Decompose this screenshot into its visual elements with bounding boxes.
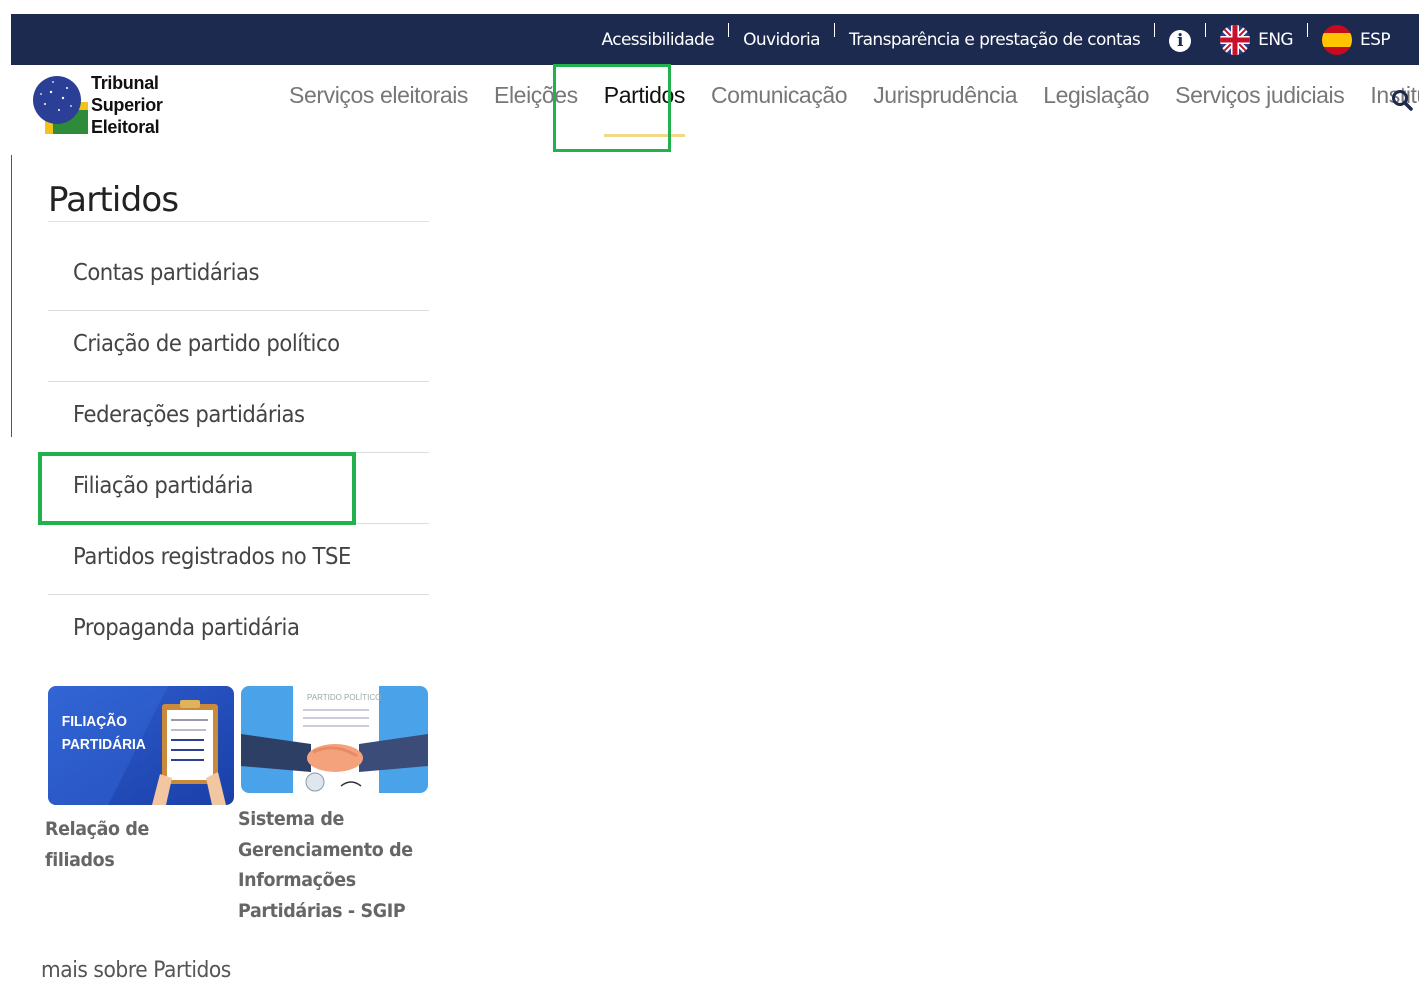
sidebar-menu: Contas partidárias Criação de partido po…	[48, 240, 429, 666]
tse-logo[interactable]: Tribunal Superior Eleitoral	[33, 70, 163, 140]
separator	[833, 23, 835, 37]
card-image-title-line: FILIAÇÃO	[62, 711, 127, 730]
nav-item-partidos[interactable]: Partidos	[603, 82, 686, 137]
left-divider	[11, 155, 12, 437]
sidebar-item-propaganda-partidaria[interactable]: Propaganda partidária	[48, 595, 429, 666]
logo-line: Tribunal	[91, 73, 159, 93]
nav-item-legislacao[interactable]: Legislação	[1043, 82, 1149, 109]
nav-item-comunicacao[interactable]: Comunicação	[711, 82, 848, 109]
spain-flag-icon	[1322, 24, 1353, 55]
sidebar-item-criacao-de-partido[interactable]: Criação de partido político	[48, 311, 429, 382]
main-nav: Serviços eleitorais Eleições Partidos Co…	[289, 82, 1419, 137]
separator	[728, 23, 730, 37]
logo-line: Eleitoral	[91, 117, 160, 137]
nav-item-eleicoes[interactable]: Eleições	[494, 82, 578, 109]
card-caption-line: Partidárias - SGIP	[238, 899, 406, 922]
sidebar-item-partidos-registrados[interactable]: Partidos registrados no TSE	[48, 524, 429, 595]
sidebar-item-contas-partidarias[interactable]: Contas partidárias	[48, 240, 429, 311]
card-caption-line: Informações	[238, 869, 356, 891]
nav-item-partidos-label: Partidos	[603, 82, 686, 108]
transparency-link[interactable]: Transparência e prestação de contas	[849, 30, 1141, 50]
top-utility-bar: Acessibilidade Ouvidoria Transparência e…	[11, 14, 1419, 65]
sidebar-item-filiacao-partidaria[interactable]: Filiação partidária	[48, 453, 429, 524]
lang-eng-label: ENG	[1258, 29, 1294, 50]
sidebar-title: Partidos	[48, 180, 179, 220]
card-sgip[interactable]: PARTIDO POLÍTICO Sistema de Gerenciament…	[238, 686, 430, 926]
card-relacao-de-filiados[interactable]: FILIAÇÃO PARTIDÁRIA Relação de filiados	[45, 686, 235, 875]
card-caption-line: Sistema de	[238, 808, 344, 830]
separator	[1154, 23, 1156, 37]
card-caption-line: Gerenciamento de	[238, 838, 413, 861]
card-caption-line: Relação de filiados	[45, 818, 150, 871]
ombudsman-link[interactable]: Ouvidoria	[743, 30, 820, 50]
active-underline	[603, 134, 685, 137]
info-icon[interactable]: i	[1169, 30, 1192, 52]
uk-flag-icon	[1220, 24, 1251, 55]
accessibility-link[interactable]: Acessibilidade	[601, 30, 714, 50]
card-caption: Relação de filiados	[45, 814, 220, 875]
separator	[1205, 23, 1207, 37]
card-image-title: PARTIDO POLÍTICO	[307, 693, 381, 702]
search-icon[interactable]	[1391, 89, 1413, 111]
nav-item-jurisprudencia[interactable]: Jurisprudência	[873, 82, 1017, 109]
sidebar-item-federacoes-partidarias[interactable]: Federações partidárias	[48, 382, 429, 453]
top-links: Acessibilidade Ouvidoria Transparência e…	[601, 14, 1419, 65]
lang-esp-label: ESP	[1360, 29, 1391, 50]
sidebar-item-label: Filiação partidária	[73, 473, 253, 499]
lang-eng-link[interactable]: ENG	[1220, 24, 1294, 55]
separator	[1307, 23, 1309, 37]
sidebar-item-label: Propaganda partidária	[73, 615, 300, 641]
card-image-filiacao: FILIAÇÃO PARTIDÁRIA	[48, 686, 234, 805]
nav-item-servicos-judiciais[interactable]: Serviços judiciais	[1175, 82, 1345, 109]
card-caption: Sistema de Gerenciamento de Informações …	[238, 804, 415, 926]
sidebar-item-label: Criação de partido político	[73, 331, 340, 357]
logo-line: Superior	[91, 95, 163, 115]
sidebar-item-label: Partidos registrados no TSE	[73, 544, 351, 570]
card-image-title-line: PARTIDÁRIA	[62, 735, 147, 753]
nav-item-servicos-eleitorais[interactable]: Serviços eleitorais	[289, 82, 468, 109]
sidebar-item-label: Contas partidárias	[73, 260, 260, 286]
tse-logo-mark	[33, 76, 88, 134]
sidebar-item-label: Federações partidárias	[73, 402, 305, 428]
tse-logo-text: Tribunal Superior Eleitoral	[91, 72, 163, 138]
lang-esp-link[interactable]: ESP	[1322, 24, 1391, 55]
more-about-partidos-link[interactable]: mais sobre Partidos	[41, 958, 231, 983]
card-image-handshake: PARTIDO POLÍTICO	[241, 686, 428, 793]
title-divider	[48, 221, 429, 222]
